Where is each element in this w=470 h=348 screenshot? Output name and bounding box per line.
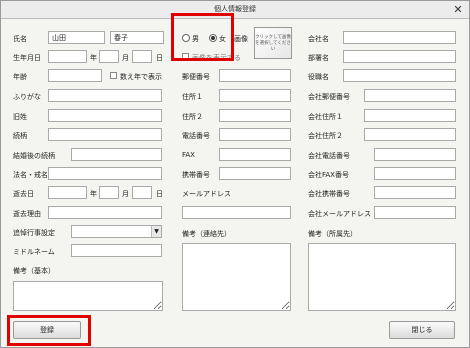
gender-male-radio[interactable] — [182, 34, 190, 42]
last-name-input[interactable] — [48, 31, 105, 44]
company-zip-label: 会社郵便番号 — [308, 93, 350, 101]
relation-input[interactable] — [48, 128, 162, 141]
fax-input[interactable] — [219, 148, 291, 161]
married-relation-label: 結婚後の続柄 — [13, 152, 55, 160]
relation-label: 続柄 — [13, 132, 27, 140]
kazoe-checkbox[interactable] — [110, 72, 117, 79]
note-basic-label: 備考（基本） — [13, 267, 55, 275]
phone-label: 電話番号 — [182, 132, 210, 140]
title-bar: 個人情報登録 — [1, 1, 469, 19]
death-reason-input[interactable] — [48, 206, 162, 219]
zip-input[interactable] — [219, 69, 291, 82]
death-date-label: 逝去日 — [13, 190, 34, 198]
buddhist-name-input[interactable] — [48, 167, 162, 180]
company-zip-input[interactable] — [364, 89, 456, 102]
company-mobile-input[interactable] — [374, 186, 456, 199]
fax-label: FAX — [182, 151, 195, 159]
old-surname-label: 旧姓 — [13, 113, 27, 121]
address1-label: 住所１ — [182, 93, 203, 101]
address2-label: 住所２ — [182, 113, 203, 121]
kazoe-label: 数え年で表示 — [120, 73, 162, 81]
death-day-unit: 日 — [156, 190, 163, 198]
close-icon[interactable]: ✕ — [451, 1, 465, 18]
birthdate-label: 生年月日 — [13, 54, 41, 62]
married-relation-input[interactable] — [71, 148, 162, 161]
photo-picker[interactable]: クリックして画像を選択してください — [254, 27, 292, 59]
email-input[interactable] — [182, 206, 291, 219]
company-address1-input[interactable] — [364, 109, 456, 122]
furigana-label: ふりがな — [13, 93, 41, 101]
company-email-input[interactable] — [374, 206, 456, 219]
department-input[interactable] — [343, 50, 456, 63]
buddhist-name-label: 法名・戒名 — [13, 171, 48, 179]
company-phone-input[interactable] — [374, 148, 456, 161]
day-unit-label: 日 — [156, 54, 163, 62]
gender-female-radio[interactable] — [209, 34, 217, 42]
death-month-unit: 月 — [122, 190, 129, 198]
company-phone-label: 会社電話番号 — [308, 152, 350, 160]
company-fax-label: 会社FAX番号 — [308, 171, 349, 179]
position-input[interactable] — [343, 69, 456, 82]
age-label: 年齢 — [13, 73, 27, 81]
note-company-label: 備考（所属先） — [308, 230, 357, 238]
zip-label: 郵便番号 — [182, 73, 210, 81]
death-year-input[interactable] — [48, 186, 87, 199]
phone-input[interactable] — [219, 128, 291, 141]
first-name-input[interactable] — [110, 31, 164, 44]
birth-month-input[interactable] — [99, 50, 119, 63]
company-address2-input[interactable] — [364, 128, 456, 141]
memorial-select[interactable]: ▼ — [71, 225, 162, 238]
company-address1-label: 会社住所１ — [308, 113, 343, 121]
age-input[interactable] — [48, 69, 102, 82]
name-label: 氏名 — [13, 35, 27, 43]
mobile-input[interactable] — [219, 167, 291, 180]
address1-input[interactable] — [219, 89, 291, 102]
middle-name-input[interactable] — [71, 244, 162, 257]
company-email-label: 会社メールアドレス — [308, 210, 371, 218]
note-contact-label: 備考（連絡先） — [182, 230, 231, 238]
mobile-label: 携帯番号 — [182, 171, 210, 179]
window-title: 個人情報登録 — [214, 5, 256, 13]
department-label: 部署名 — [308, 54, 329, 62]
address2-input[interactable] — [219, 109, 291, 122]
death-day-input[interactable] — [132, 186, 152, 199]
birth-day-input[interactable] — [132, 50, 152, 63]
year-unit-label: 年 — [90, 54, 97, 62]
company-input[interactable] — [343, 31, 456, 44]
death-reason-label: 逝去理由 — [13, 210, 41, 218]
company-label: 会社名 — [308, 35, 329, 43]
email-label: メールアドレス — [182, 190, 231, 198]
note-company-textarea[interactable] — [308, 243, 456, 311]
furigana-input[interactable] — [48, 89, 162, 102]
company-fax-input[interactable] — [374, 167, 456, 180]
show-photo-checkbox[interactable] — [182, 53, 189, 60]
position-label: 役職名 — [308, 73, 329, 81]
register-button[interactable]: 登録 — [13, 321, 81, 339]
note-basic-textarea[interactable] — [13, 281, 163, 311]
death-month-input[interactable] — [99, 186, 119, 199]
gender-female-label: 女 — [219, 35, 226, 43]
chevron-down-icon: ▼ — [151, 226, 161, 237]
memorial-label: 追悼行事設定 — [13, 229, 55, 237]
month-unit-label: 月 — [122, 54, 129, 62]
birth-year-input[interactable] — [48, 50, 87, 63]
gender-male-label: 男 — [192, 35, 199, 43]
close-button[interactable]: 閉じる — [389, 321, 455, 339]
photo-tab-label: 画像 — [234, 35, 248, 43]
company-address2-label: 会社住所２ — [308, 132, 343, 140]
show-photo-label: 画像を表示する — [192, 54, 241, 62]
old-surname-input[interactable] — [48, 109, 162, 122]
middle-name-label: ミドルネーム — [13, 248, 55, 256]
note-contact-textarea[interactable] — [182, 243, 291, 311]
registration-window: 個人情報登録 ✕ 氏名 生年月日 年 月 日 年齢 数え年で表示 ふりがな 旧姓… — [0, 0, 470, 348]
company-mobile-label: 会社携帯番号 — [308, 190, 350, 198]
photo-hint-text: クリックして画像を選択してください — [255, 35, 291, 52]
death-year-unit: 年 — [90, 190, 97, 198]
